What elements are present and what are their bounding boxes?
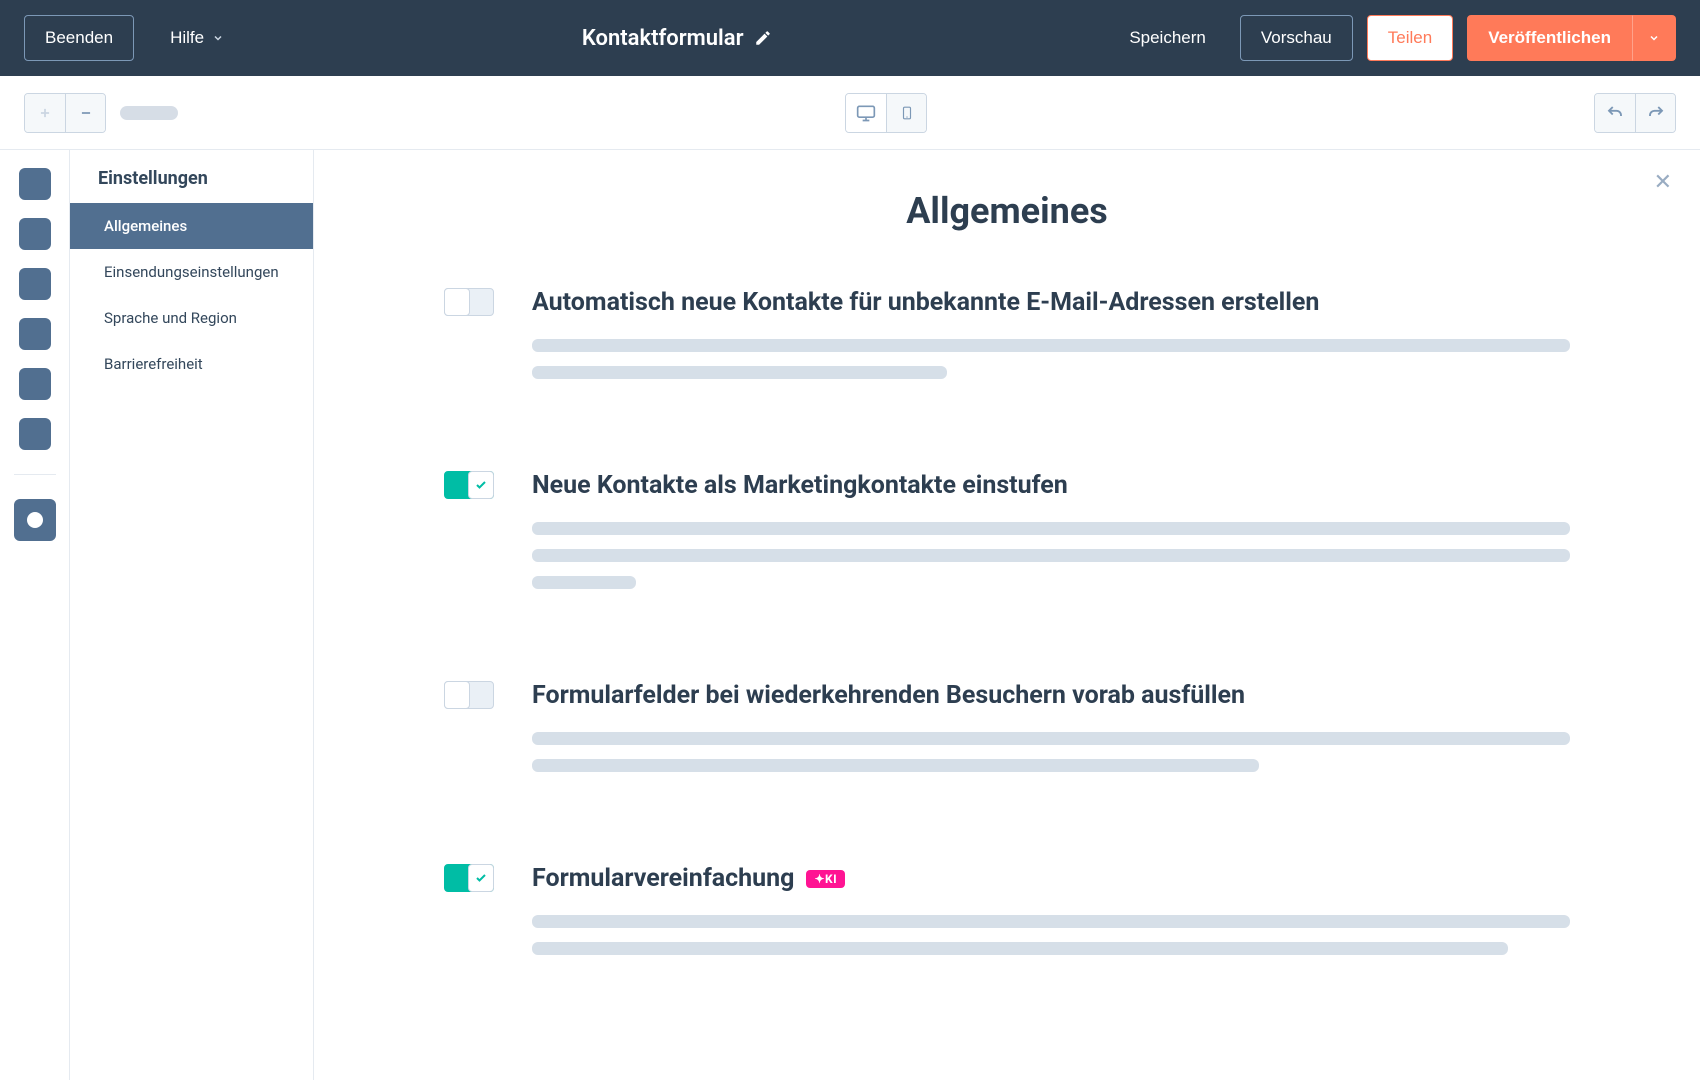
setting-body: Formularfelder bei wiederkehrenden Besuc… xyxy=(532,681,1570,786)
rail-separator xyxy=(14,474,56,475)
sidepanel-item-1[interactable]: Einsendungseinstellungen xyxy=(70,249,313,295)
toggle-switch[interactable] xyxy=(444,864,494,892)
icon-rail xyxy=(0,150,70,1080)
undo-redo xyxy=(1594,93,1676,133)
sidepanel-heading: Einstellungen xyxy=(70,150,313,203)
zoom-in-button[interactable] xyxy=(25,94,65,132)
publish-dropdown[interactable] xyxy=(1632,15,1676,61)
main-area: Einstellungen AllgemeinesEinsendungseins… xyxy=(0,150,1700,1080)
undo-button[interactable] xyxy=(1595,94,1635,132)
toggle-switch[interactable] xyxy=(444,288,494,316)
rail-item-2[interactable] xyxy=(19,218,51,250)
zoom-value-placeholder xyxy=(120,106,178,120)
settings-sidepanel: Einstellungen AllgemeinesEinsendungseins… xyxy=(70,150,314,1080)
placeholder-line xyxy=(532,942,1508,955)
device-mobile-button[interactable] xyxy=(886,94,926,132)
sidepanel-item-2[interactable]: Sprache und Region xyxy=(70,295,313,341)
content-title: Allgemeines xyxy=(444,190,1570,232)
save-button[interactable]: Speichern xyxy=(1109,16,1226,60)
toolbar xyxy=(0,76,1700,150)
setting-body: Automatisch neue Kontakte für unbekannte… xyxy=(532,288,1570,393)
rail-item-4[interactable] xyxy=(19,318,51,350)
settings-content: ✕ Allgemeines Automatisch neue Kontakte … xyxy=(314,150,1700,1080)
zoom-controls xyxy=(24,93,106,133)
top-header: Beenden Hilfe Kontaktformular Speichern … xyxy=(0,0,1700,76)
help-menu[interactable]: Hilfe xyxy=(150,16,244,60)
share-button[interactable]: Teilen xyxy=(1367,15,1453,61)
placeholder-line xyxy=(532,366,947,379)
sidepanel-item-3[interactable]: Barrierefreiheit xyxy=(70,341,313,387)
rail-item-3[interactable] xyxy=(19,268,51,300)
rail-item-settings-active[interactable] xyxy=(14,499,56,541)
publish-button[interactable]: Veröffentlichen xyxy=(1467,15,1632,61)
exit-button[interactable]: Beenden xyxy=(24,15,134,61)
setting-row: Formularfelder bei wiederkehrenden Besuc… xyxy=(444,681,1570,786)
placeholder-line xyxy=(532,339,1570,352)
setting-title: Neue Kontakte als Marketingkontakte eins… xyxy=(532,471,1570,500)
setting-row: Automatisch neue Kontakte für unbekannte… xyxy=(444,288,1570,393)
page-title-wrap: Kontaktformular xyxy=(260,26,1093,51)
placeholder-line xyxy=(532,732,1570,745)
placeholder-line xyxy=(532,759,1259,772)
help-label: Hilfe xyxy=(170,28,204,48)
toggle-switch[interactable] xyxy=(444,681,494,709)
device-desktop-button[interactable] xyxy=(846,94,886,132)
ai-badge: ✦KI xyxy=(806,870,845,888)
setting-body: Neue Kontakte als Marketingkontakte eins… xyxy=(532,471,1570,603)
pencil-icon[interactable] xyxy=(754,29,772,47)
chevron-down-icon xyxy=(212,32,224,44)
chevron-down-icon xyxy=(1648,32,1660,44)
setting-title: Formularvereinfachung✦KI xyxy=(532,864,1570,893)
close-icon[interactable]: ✕ xyxy=(1654,170,1672,195)
header-actions: Speichern Vorschau Teilen Veröffentliche… xyxy=(1109,15,1676,61)
placeholder-line xyxy=(532,576,636,589)
setting-row: Neue Kontakte als Marketingkontakte eins… xyxy=(444,471,1570,603)
setting-body: Formularvereinfachung✦KI xyxy=(532,864,1570,969)
rail-item-1[interactable] xyxy=(19,168,51,200)
toggle-switch[interactable] xyxy=(444,471,494,499)
rail-item-6[interactable] xyxy=(19,418,51,450)
preview-button[interactable]: Vorschau xyxy=(1240,15,1353,61)
redo-button[interactable] xyxy=(1635,94,1675,132)
rail-item-5[interactable] xyxy=(19,368,51,400)
device-toggle xyxy=(845,93,927,133)
placeholder-line xyxy=(532,915,1570,928)
zoom-out-button[interactable] xyxy=(65,94,105,132)
setting-title: Automatisch neue Kontakte für unbekannte… xyxy=(532,288,1570,317)
sidepanel-item-0[interactable]: Allgemeines xyxy=(70,203,313,249)
setting-row: Formularvereinfachung✦KI xyxy=(444,864,1570,969)
placeholder-line xyxy=(532,522,1570,535)
placeholder-line xyxy=(532,549,1570,562)
form-title: Kontaktformular xyxy=(582,26,744,51)
setting-title: Formularfelder bei wiederkehrenden Besuc… xyxy=(532,681,1570,710)
publish-group: Veröffentlichen xyxy=(1467,15,1676,61)
